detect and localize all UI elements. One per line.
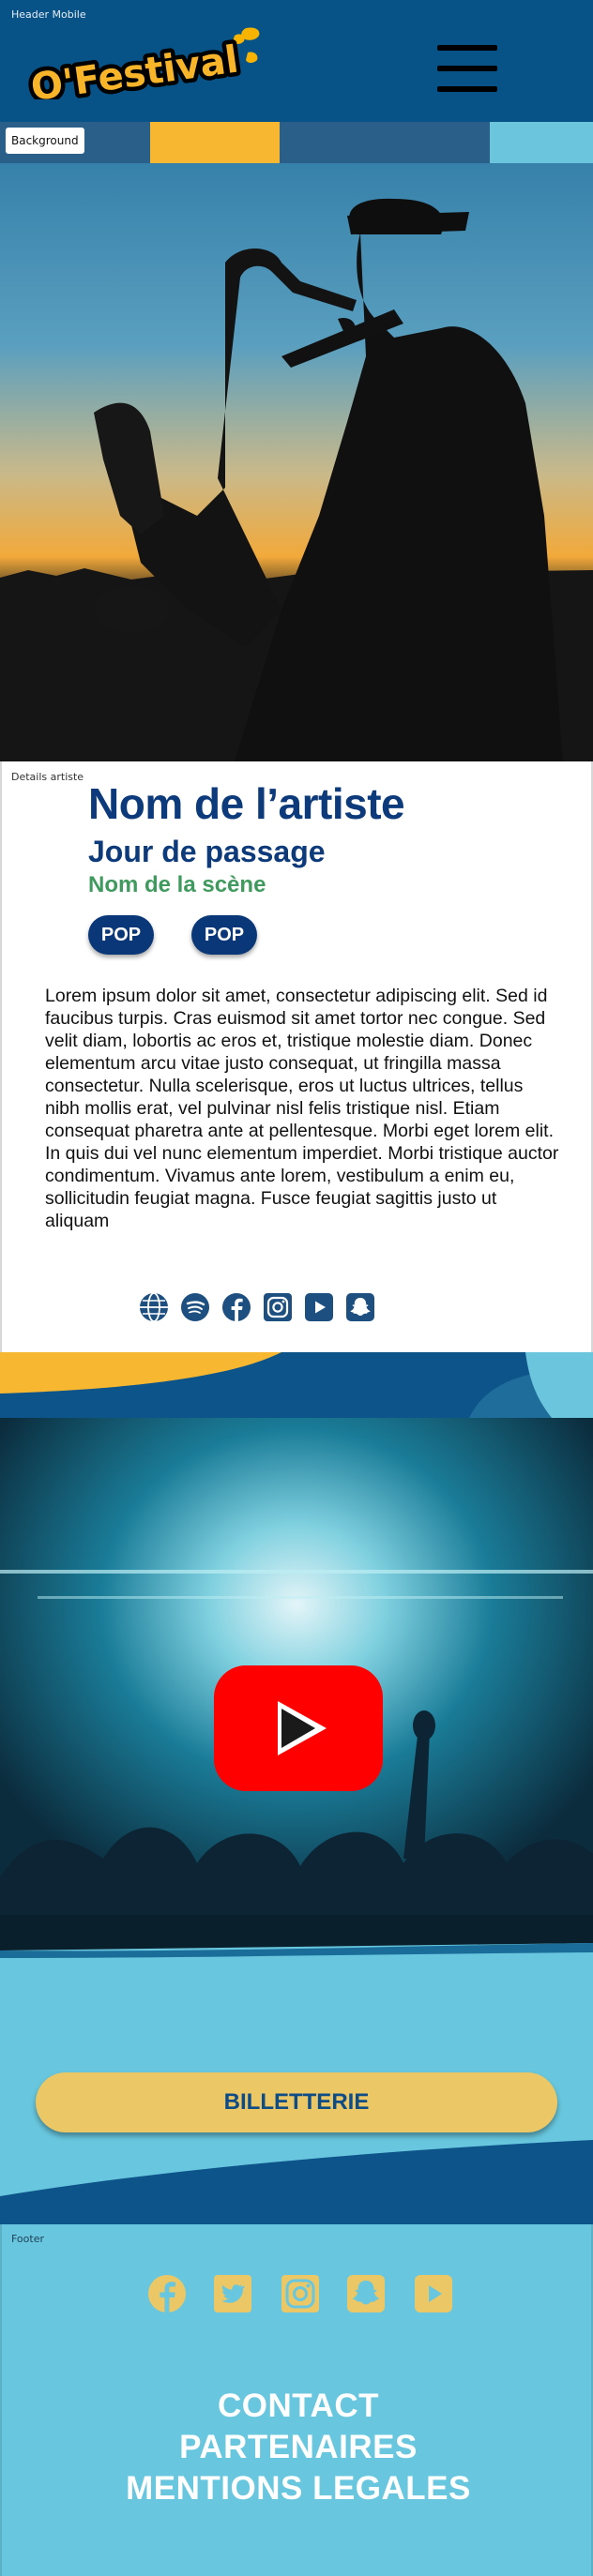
twitter-icon[interactable]	[212, 2273, 253, 2314]
genre-tag[interactable]: POP	[88, 915, 154, 955]
hero-background: Background	[0, 122, 593, 761]
artist-name: Nom de l’artiste	[88, 779, 405, 828]
instagram-icon[interactable]	[280, 2273, 321, 2314]
ticket-section: BILLETTERIE	[0, 2009, 593, 2224]
frame-label-background: Background	[6, 128, 84, 154]
ticketing-button[interactable]: BILLETTERIE	[36, 2072, 557, 2132]
svg-text:O'Festival: O'Festival	[28, 38, 241, 99]
footer-link-contact[interactable]: CONTACT	[2, 2388, 593, 2425]
youtube-play-icon[interactable]	[214, 1665, 383, 1791]
snapchat-icon[interactable]	[345, 1292, 375, 1322]
frame-label-details: Details artiste	[11, 771, 84, 783]
youtube-icon[interactable]	[304, 1292, 334, 1322]
instagram-icon[interactable]	[263, 1292, 293, 1322]
footer-link-partners[interactable]: PARTENAIRES	[2, 2429, 593, 2466]
frame-label-header: Header Mobile	[11, 8, 86, 21]
facebook-icon[interactable]	[221, 1292, 251, 1322]
ofestival-logo[interactable]: O'Festival O'Festival	[24, 24, 278, 99]
youtube-icon[interactable]	[413, 2273, 454, 2314]
footer-link-legal-notices[interactable]: MENTIONS LEGALES	[2, 2470, 593, 2508]
header-mobile: Header Mobile O'Festival O'Festival	[0, 0, 593, 122]
spotify-icon[interactable]	[180, 1292, 210, 1322]
artist-bio: Lorem ipsum dolor sit amet, consectetur …	[45, 986, 559, 1231]
stage-name: Nom de la scène	[88, 872, 266, 897]
artist-details: Details artiste Nom de l’artiste Jour de…	[0, 761, 593, 1352]
video-section	[0, 1352, 593, 2009]
globe-icon[interactable]	[139, 1292, 169, 1322]
saxophonist-photo	[0, 122, 593, 761]
genre-tag[interactable]: POP	[191, 915, 257, 955]
frame-label-footer: Footer	[11, 2233, 44, 2245]
facebook-icon[interactable]	[146, 2273, 188, 2314]
snapchat-icon[interactable]	[345, 2273, 387, 2314]
footer: Footer CONTACT PARTENAIRES MENTIONS LEGA…	[0, 2224, 593, 2576]
hamburger-menu-icon[interactable]	[437, 45, 497, 92]
performance-day: Jour de passage	[88, 835, 326, 868]
